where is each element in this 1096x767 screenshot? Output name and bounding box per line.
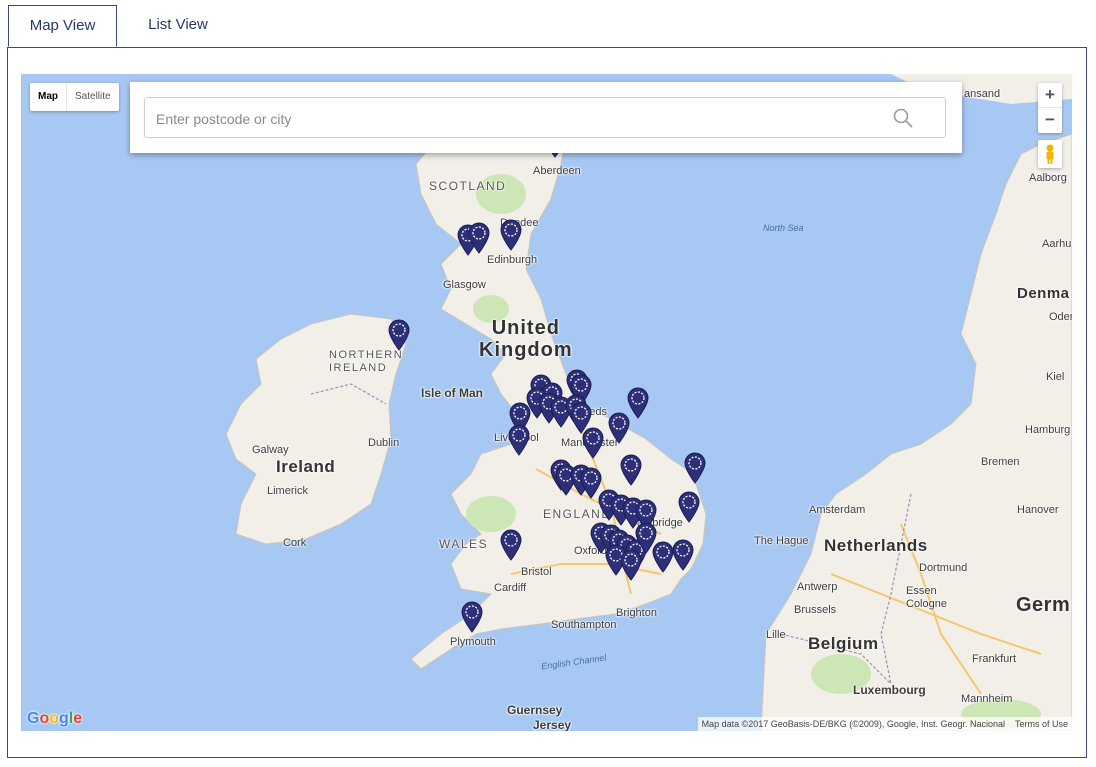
label-galway: Galway: [252, 444, 289, 456]
label-southampton: Southampton: [551, 619, 617, 631]
label-mannheim: Mannheim: [961, 693, 1013, 705]
map-pin-icon[interactable]: [467, 222, 491, 254]
search-input[interactable]: [145, 98, 898, 139]
label-netherlands: Netherlands: [824, 536, 928, 555]
map-pin-icon[interactable]: [619, 454, 643, 486]
label-north-sea: North Sea: [763, 223, 804, 233]
label-dortmund: Dortmund: [919, 562, 968, 574]
label-scotland: SCOTLAND: [429, 179, 507, 193]
label-ireland: Ireland: [276, 457, 336, 476]
label-kiel: Kiel: [1046, 371, 1065, 383]
tab-list-view[interactable]: List View: [133, 5, 223, 47]
label-odense: Odense: [1049, 311, 1072, 323]
label-brussels: Brussels: [794, 604, 837, 616]
attribution-text: Map data ©2017 GeoBasis-DE/BKG (©2009), …: [701, 719, 1005, 729]
label-guernsey: Guernsey: [507, 703, 563, 717]
map-canvas[interactable]: SCOTLAND United Kingdom NORTHERN IRELAND…: [21, 74, 1072, 731]
search-icon[interactable]: [893, 108, 913, 128]
label-bristol: Bristol: [521, 566, 552, 578]
label-cardiff: Cardiff: [494, 582, 527, 594]
map-pin-icon[interactable]: [683, 452, 707, 484]
label-amsterdam: Amsterdam: [809, 504, 866, 516]
label-plymouth: Plymouth: [450, 636, 496, 648]
map-type-control: Map Satellite: [30, 83, 119, 111]
label-cologne: Cologne: [906, 598, 947, 610]
label-germany: Germ: [1016, 594, 1071, 616]
label-bremen: Bremen: [981, 456, 1020, 468]
label-cork: Cork: [283, 537, 307, 549]
map-pin-icon[interactable]: [507, 424, 531, 456]
label-aarhus: Aarhus: [1042, 238, 1072, 250]
label-wales: WALES: [439, 537, 489, 551]
label-belgium: Belgium: [808, 634, 879, 653]
google-logo: Google: [27, 710, 83, 727]
label-hamburg: Hamburg: [1025, 424, 1071, 436]
pegman-icon[interactable]: [1038, 140, 1062, 168]
map-pin-icon[interactable]: [619, 549, 643, 581]
map-type-satellite-button[interactable]: Satellite: [67, 83, 119, 111]
tab-map-view[interactable]: Map View: [8, 5, 117, 47]
zoom-out-button[interactable]: −: [1038, 108, 1062, 133]
label-frankfurt: Frankfurt: [972, 653, 1017, 665]
label-kristiansand: ansand: [964, 88, 1001, 100]
label-essen: Essen: [906, 585, 937, 597]
label-hanover: Hanover: [1017, 504, 1059, 516]
map-pin-icon[interactable]: [499, 529, 523, 561]
map-pin-icon[interactable]: [677, 491, 701, 523]
label-limerick: Limerick: [267, 485, 308, 497]
map-pin-icon[interactable]: [499, 219, 523, 251]
map-type-map-button[interactable]: Map: [30, 83, 67, 111]
label-antwerp: Antwerp: [797, 581, 838, 593]
label-northern-ireland: NORTHERN IRELAND: [329, 349, 404, 374]
label-united-kingdom: United Kingdom: [479, 317, 573, 361]
terms-of-use-link[interactable]: Terms of Use: [1015, 717, 1068, 731]
label-brighton: Brighton: [616, 607, 657, 619]
label-jersey: Jersey: [533, 718, 572, 731]
zoom-control: + −: [1038, 83, 1062, 133]
search-field: [144, 97, 946, 139]
map-attribution: Map data ©2017 GeoBasis-DE/BKG (©2009), …: [697, 717, 1072, 731]
search-panel: [130, 82, 962, 153]
map-pin-icon[interactable]: [626, 387, 650, 419]
zoom-in-button[interactable]: +: [1038, 83, 1062, 108]
label-luxembourg: Luxembourg: [853, 683, 926, 697]
label-aalborg: Aalborg: [1029, 172, 1067, 184]
label-denmark: Denma: [1017, 285, 1070, 302]
label-the-hague: The Hague: [754, 535, 809, 547]
label-dublin: Dublin: [368, 437, 400, 449]
label-edinburgh: Edinburgh: [487, 254, 538, 266]
map-pin-icon[interactable]: [671, 539, 695, 571]
label-lille: Lille: [766, 629, 786, 641]
map-pin-icon[interactable]: [581, 427, 605, 459]
map-pin-icon[interactable]: [460, 601, 484, 633]
label-glasgow: Glasgow: [443, 279, 486, 291]
map-pin-icon[interactable]: [387, 319, 411, 351]
label-isle-of-man: Isle of Man: [421, 386, 484, 400]
label-aberdeen: Aberdeen: [533, 165, 581, 177]
